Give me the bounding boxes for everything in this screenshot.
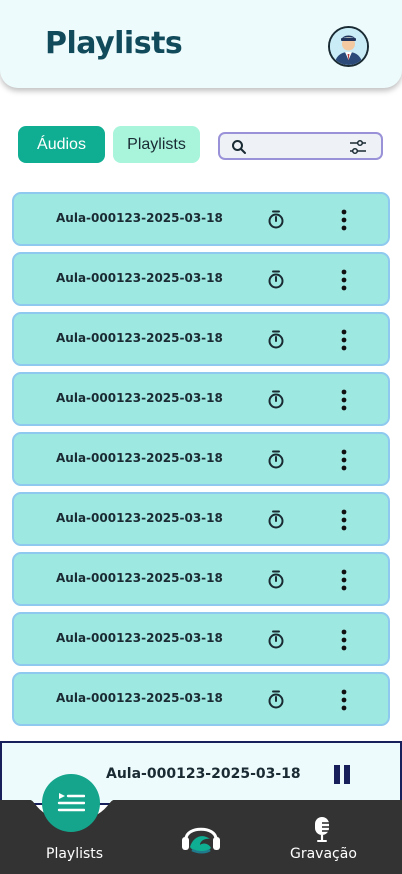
audio-list-item[interactable]: Aula-000123-2025-03-18	[12, 672, 390, 726]
playlist-icon	[57, 793, 85, 812]
app-header: Playlists	[0, 0, 402, 88]
page-title: Playlists	[45, 26, 183, 61]
audio-name: Aula-000123-2025-03-18	[56, 451, 223, 465]
audio-list-item[interactable]: Aula-000123-2025-03-18	[12, 252, 390, 306]
user-avatar-icon	[330, 28, 367, 65]
audio-list-item[interactable]: Aula-000123-2025-03-18	[12, 552, 390, 606]
audio-name: Aula-000123-2025-03-18	[56, 511, 223, 525]
search-input[interactable]	[218, 132, 383, 160]
audio-list-item[interactable]: Aula-000123-2025-03-18	[12, 372, 390, 426]
more-options-icon[interactable]	[340, 569, 348, 595]
audio-name: Aula-000123-2025-03-18	[56, 631, 223, 645]
tab-audios[interactable]: Áudios	[18, 126, 105, 163]
search-icon	[231, 139, 247, 159]
timer-icon[interactable]	[267, 450, 285, 474]
tab-playlists[interactable]: Playlists	[113, 126, 200, 163]
timer-icon[interactable]	[267, 390, 285, 414]
timer-icon[interactable]	[267, 630, 285, 654]
audio-list-item[interactable]: Aula-000123-2025-03-18	[12, 312, 390, 366]
pause-icon[interactable]	[333, 765, 351, 788]
now-playing-title: Aula-000123-2025-03-18	[106, 766, 301, 782]
playlists-nav-button[interactable]	[42, 774, 100, 832]
audio-name: Aula-000123-2025-03-18	[56, 691, 223, 705]
more-options-icon[interactable]	[340, 209, 348, 235]
timer-icon[interactable]	[267, 210, 285, 234]
timer-icon[interactable]	[267, 270, 285, 294]
nav-label-gravacao[interactable]: Gravação	[290, 846, 357, 862]
audio-list-item[interactable]: Aula-000123-2025-03-18	[12, 192, 390, 246]
audio-list-item[interactable]: Aula-000123-2025-03-18	[12, 492, 390, 546]
audio-name: Aula-000123-2025-03-18	[56, 391, 223, 405]
more-options-icon[interactable]	[340, 449, 348, 475]
microphone-icon[interactable]	[310, 816, 334, 848]
more-options-icon[interactable]	[340, 389, 348, 415]
filter-icon[interactable]	[349, 138, 367, 160]
more-options-icon[interactable]	[340, 329, 348, 355]
more-options-icon[interactable]	[340, 509, 348, 535]
more-options-icon[interactable]	[340, 689, 348, 715]
timer-icon[interactable]	[267, 510, 285, 534]
audio-name: Aula-000123-2025-03-18	[56, 331, 223, 345]
timer-icon[interactable]	[267, 330, 285, 354]
timer-icon[interactable]	[267, 570, 285, 594]
audio-name: Aula-000123-2025-03-18	[56, 571, 223, 585]
user-avatar[interactable]	[328, 26, 369, 67]
more-options-icon[interactable]	[340, 629, 348, 655]
audio-name: Aula-000123-2025-03-18	[56, 271, 223, 285]
nav-label-playlists[interactable]: Playlists	[46, 846, 103, 862]
audio-list-item[interactable]: Aula-000123-2025-03-18	[12, 612, 390, 666]
app-logo-icon[interactable]	[180, 817, 222, 863]
audio-list-item[interactable]: Aula-000123-2025-03-18	[12, 432, 390, 486]
audio-name: Aula-000123-2025-03-18	[56, 211, 223, 225]
timer-icon[interactable]	[267, 690, 285, 714]
more-options-icon[interactable]	[340, 269, 348, 295]
